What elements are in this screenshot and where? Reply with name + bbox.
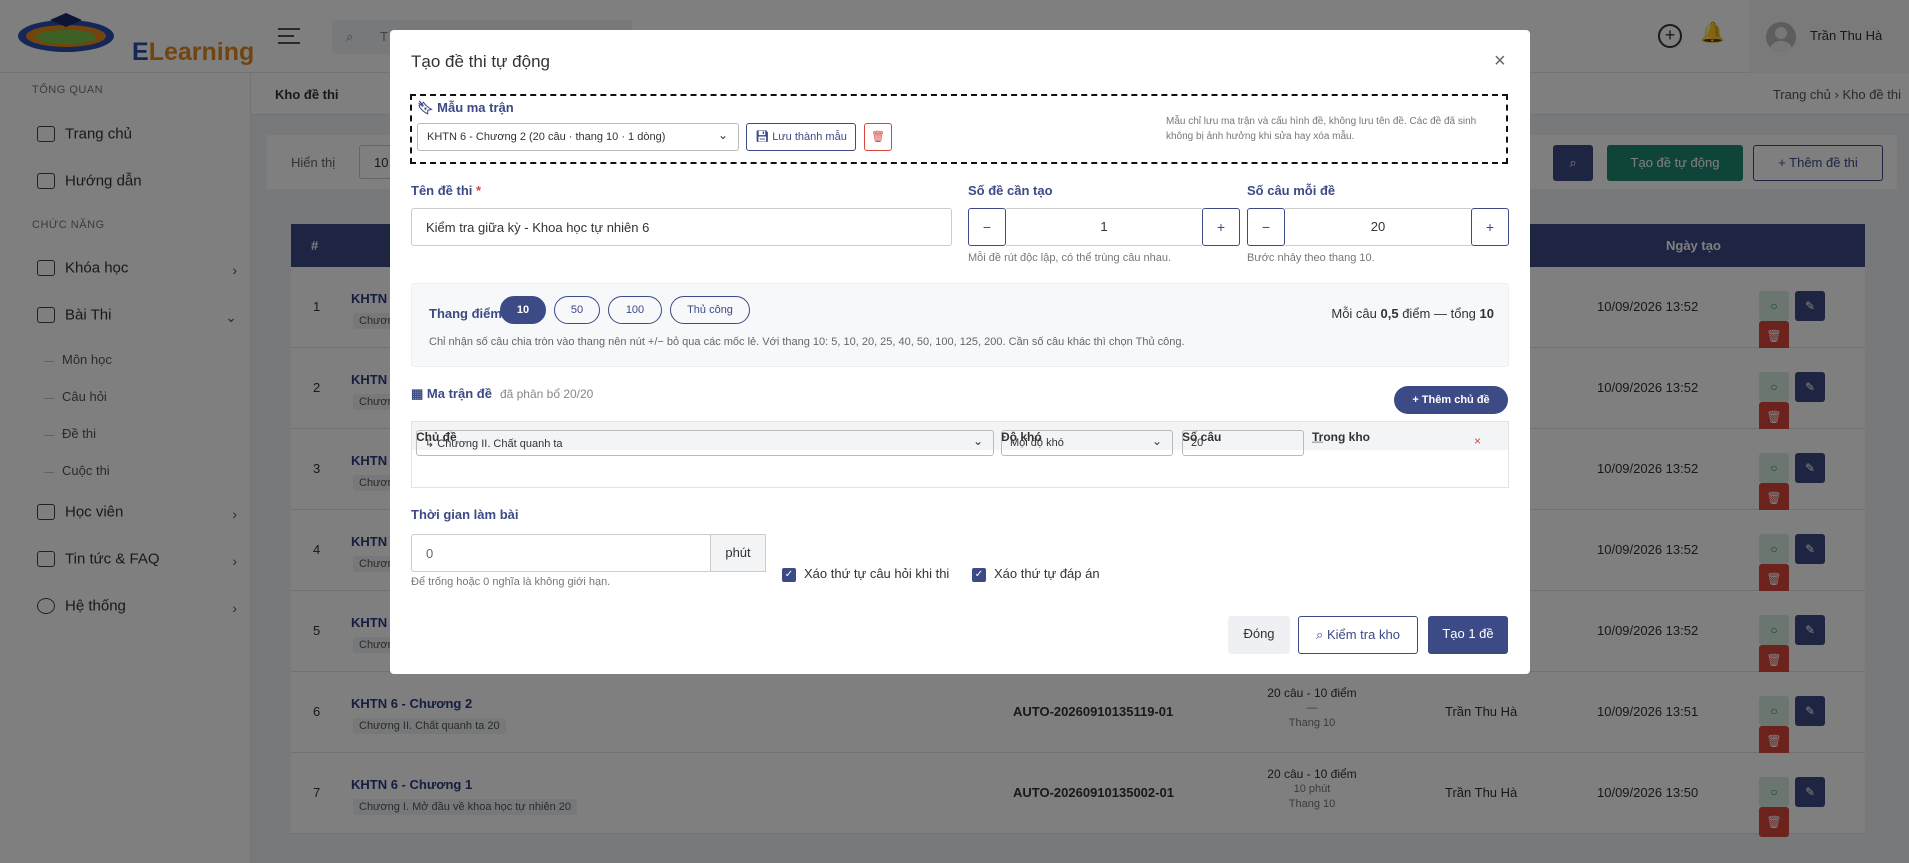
count-decrement-button[interactable]: − [968,208,1006,246]
per-increment-button[interactable]: + [1471,208,1509,246]
grid-icon: ▦ [411,386,424,401]
count-input[interactable]: 1 [1006,208,1202,246]
close-button[interactable]: Đóng [1228,616,1290,654]
template-select[interactable]: KHTN 6 - Chương 2 (20 câu · thang 10 · 1… [417,123,739,151]
create-button[interactable]: Tạo 1 đề [1428,616,1508,654]
close-icon[interactable]: × [1494,50,1506,73]
check-icon: ✓ [972,567,986,582]
scale-note: Chỉ nhận số câu chia tròn vào thang nên … [429,336,1185,348]
delete-template-button[interactable]: 🗑︎ [864,123,892,151]
shuffle-answers-checkbox[interactable]: ✓ Xáo thứ tự đáp án [972,566,1100,582]
duration-label: Thời gian làm bài [411,507,519,522]
duration-input[interactable]: 0 [411,534,711,572]
template-panel: 🔖︎ Mẫu ma trận KHTN 6 - Chương 2 (20 câu… [410,94,1508,164]
count-increment-button[interactable]: + [1202,208,1240,246]
per-exam-label: Số câu mỗi đề [1247,183,1336,198]
exam-name-input[interactable]: Kiểm tra giữa kỳ - Khoa học tự nhiên 6 [411,208,952,246]
scale-summary: Mỗi câu 0,5 điểm — tổng 10 [1331,306,1494,321]
chevron-down-icon: ⌄ [972,434,983,448]
per-decrement-button[interactable]: − [1247,208,1285,246]
chevron-down-icon: ⌄ [1151,434,1162,448]
topic-select[interactable]: ↳ Chương II. Chất quanh ta ⌄ [416,430,994,456]
scale-chip-50[interactable]: 50 [554,296,600,324]
modal-title: Tạo đề thi tự động [411,52,550,71]
template-note: Mẫu chỉ lưu ma trận và cấu hình đề, khôn… [1166,116,1477,142]
scale-label: Thang điểm: [429,306,507,321]
save-template-button[interactable]: 💾︎ Lưu thành mẫu [746,123,856,151]
remove-row-icon[interactable]: × [1474,434,1481,448]
exam-name-label: Tên đề thi * [411,183,482,198]
search-icon: ⌕ [1316,627,1324,642]
matrix-table: Chủ đề Độ khó Số câu Trong kho ↳ Chương … [411,421,1509,488]
count-hint: Mỗi đề rút độc lập, có thể trùng câu nha… [968,252,1172,264]
per-hint: Bước nhảy theo thang 10. [1247,252,1375,264]
scale-chip-100[interactable]: 100 [608,296,662,324]
add-topic-button[interactable]: + Thêm chủ đề [1394,386,1508,414]
count-label: Số đề cần tạo [968,183,1053,198]
trash-icon: 🗑︎ [871,131,885,143]
scale-chip-manual[interactable]: Thủ công [670,296,750,324]
check-icon: ✓ [782,567,796,582]
difficulty-select[interactable]: Mọi độ khó ⌄ [1001,430,1173,456]
auto-create-modal: Tạo đề thi tự động × 🔖︎ Mẫu ma trận KHTN… [390,30,1530,674]
check-stock-button[interactable]: ⌕ Kiểm tra kho [1298,616,1418,654]
shuffle-questions-checkbox[interactable]: ✓ Xáo thứ tự câu hỏi khi thi [782,566,949,582]
template-label: 🔖︎ Mẫu ma trận [417,100,514,115]
chevron-down-icon: ⌄ [717,128,728,142]
stock-value: — [1312,436,1323,448]
bookmark-icon: 🔖︎ [417,100,434,115]
per-input[interactable]: 20 [1285,208,1471,246]
matrix-label: ▦ Ma trận đề đã phân bổ 20/20 [411,386,594,401]
scale-chip-10[interactable]: 10 [500,296,546,324]
scale-panel: Thang điểm: 10 50 100 Thủ công Mỗi câu 0… [411,283,1509,367]
duration-unit: phút [710,534,766,572]
quantity-input[interactable]: 20 [1182,430,1304,456]
duration-hint: Để trống hoặc 0 nghĩa là không giới hạn. [411,576,611,588]
